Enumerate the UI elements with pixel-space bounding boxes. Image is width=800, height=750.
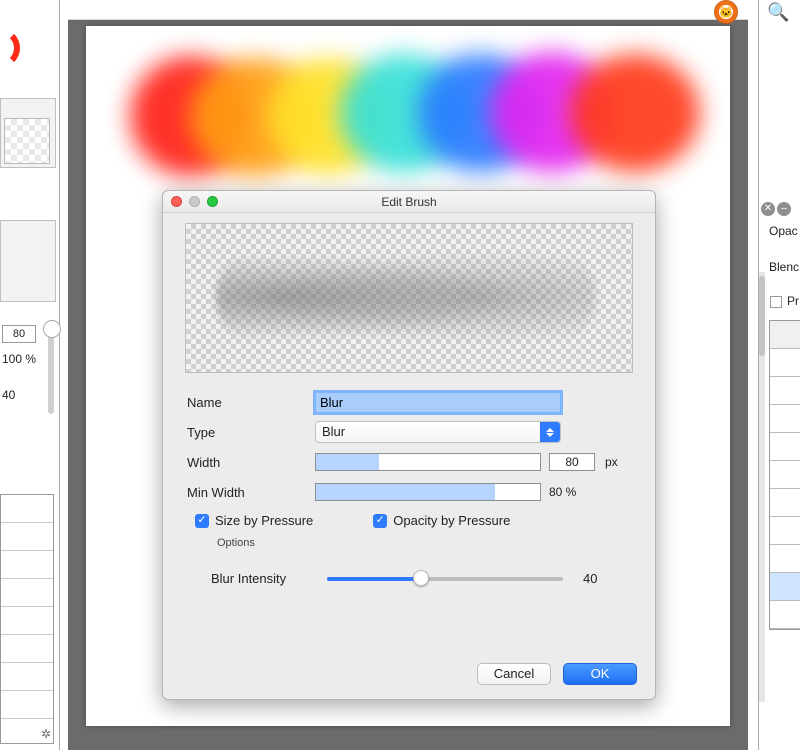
list-item[interactable] — [1, 635, 53, 663]
gear-icon[interactable]: ✲ — [41, 727, 51, 741]
transparent-swatch[interactable] — [4, 118, 50, 164]
min-width-label: Min Width — [187, 485, 315, 500]
list-item[interactable] — [770, 573, 800, 601]
name-label: Name — [187, 395, 315, 410]
min-width-value: 80 % — [549, 485, 576, 499]
list-item[interactable] — [770, 461, 800, 489]
brush-stroke-sample — [130, 52, 690, 182]
cancel-button[interactable]: Cancel — [477, 663, 551, 685]
list-item[interactable] — [770, 517, 800, 545]
options-group: Options Blur Intensity 40 — [197, 532, 621, 646]
opacity-by-pressure-label: Opacity by Pressure — [393, 513, 510, 528]
width-value-input[interactable]: 80 — [549, 453, 595, 471]
scrollbar[interactable] — [759, 272, 765, 702]
ok-button[interactable]: OK — [563, 663, 637, 685]
list-item[interactable] — [1, 691, 53, 719]
preserve-checkbox[interactable] — [770, 296, 782, 308]
right-sidebar: 🔍 ✕ – Opac Blenc Pr — [758, 0, 800, 750]
opacity-readout: 100 % — [2, 348, 40, 370]
layer-grid[interactable] — [769, 320, 800, 630]
texture-panel — [0, 220, 56, 302]
width-unit: px — [605, 455, 618, 469]
close-icon[interactable] — [171, 196, 182, 207]
dialog-titlebar[interactable]: Edit Brush — [163, 191, 655, 213]
value-readout: 40 — [2, 384, 40, 406]
brush-list[interactable]: ✲ — [0, 494, 54, 744]
size-by-pressure-label: Size by Pressure — [215, 513, 313, 528]
list-item[interactable] — [770, 377, 800, 405]
list-item[interactable] — [1, 579, 53, 607]
left-sidebar: 80 100 % 40 ✲ — [0, 0, 60, 750]
maximize-icon[interactable] — [207, 196, 218, 207]
blur-intensity-value: 40 — [583, 571, 597, 586]
vertical-slider[interactable] — [48, 320, 54, 414]
type-value: Blur — [322, 424, 345, 439]
window-controls — [171, 196, 218, 207]
blur-intensity-label: Blur Intensity — [211, 571, 327, 586]
size-by-pressure-checkbox[interactable]: ✓ Size by Pressure — [195, 513, 313, 528]
opacity-by-pressure-checkbox[interactable]: ✓ Opacity by Pressure — [373, 513, 510, 528]
brush-preview — [185, 223, 633, 373]
list-item[interactable] — [770, 321, 800, 349]
list-item[interactable] — [1, 663, 53, 691]
list-item[interactable] — [770, 433, 800, 461]
blur-intensity-slider[interactable] — [327, 577, 563, 581]
list-item[interactable] — [770, 489, 800, 517]
avatar[interactable]: 🐱 — [714, 0, 738, 24]
list-item[interactable] — [770, 349, 800, 377]
list-item[interactable] — [770, 601, 800, 629]
canvas-toolbar: 🐱 — [68, 0, 748, 20]
zoom-icon[interactable]: 🔍 — [767, 2, 789, 23]
close-icon[interactable]: ✕ — [761, 202, 775, 216]
check-icon: ✓ — [373, 514, 387, 528]
width-slider[interactable] — [315, 453, 541, 471]
edit-brush-dialog: Edit Brush Name Type Blur Width 80 px Mi… — [162, 190, 656, 700]
panel-controls: ✕ – — [761, 202, 791, 216]
left-params: 80 100 % 40 — [2, 322, 40, 406]
check-icon: ✓ — [195, 514, 209, 528]
dialog-title: Edit Brush — [381, 195, 436, 209]
list-item[interactable] — [1, 523, 53, 551]
list-item[interactable] — [770, 405, 800, 433]
type-label: Type — [187, 425, 315, 440]
minimize-icon[interactable] — [189, 196, 200, 207]
list-item[interactable] — [1, 495, 53, 523]
minimize-icon[interactable]: – — [777, 202, 791, 216]
width-label: Width — [187, 455, 315, 470]
list-item[interactable] — [770, 545, 800, 573]
options-legend: Options — [213, 537, 259, 549]
chevron-updown-icon — [540, 422, 560, 442]
list-item[interactable] — [1, 607, 53, 635]
name-input[interactable] — [315, 392, 561, 413]
type-select[interactable]: Blur — [315, 421, 561, 443]
preserve-label: Pr — [787, 294, 799, 308]
color-wheel-fragment[interactable] — [0, 28, 20, 68]
blend-label: Blenc — [769, 260, 799, 274]
min-width-slider[interactable] — [315, 483, 541, 501]
size-readout[interactable]: 80 — [2, 325, 36, 343]
list-item[interactable] — [1, 551, 53, 579]
opacity-label: Opac — [769, 224, 798, 238]
